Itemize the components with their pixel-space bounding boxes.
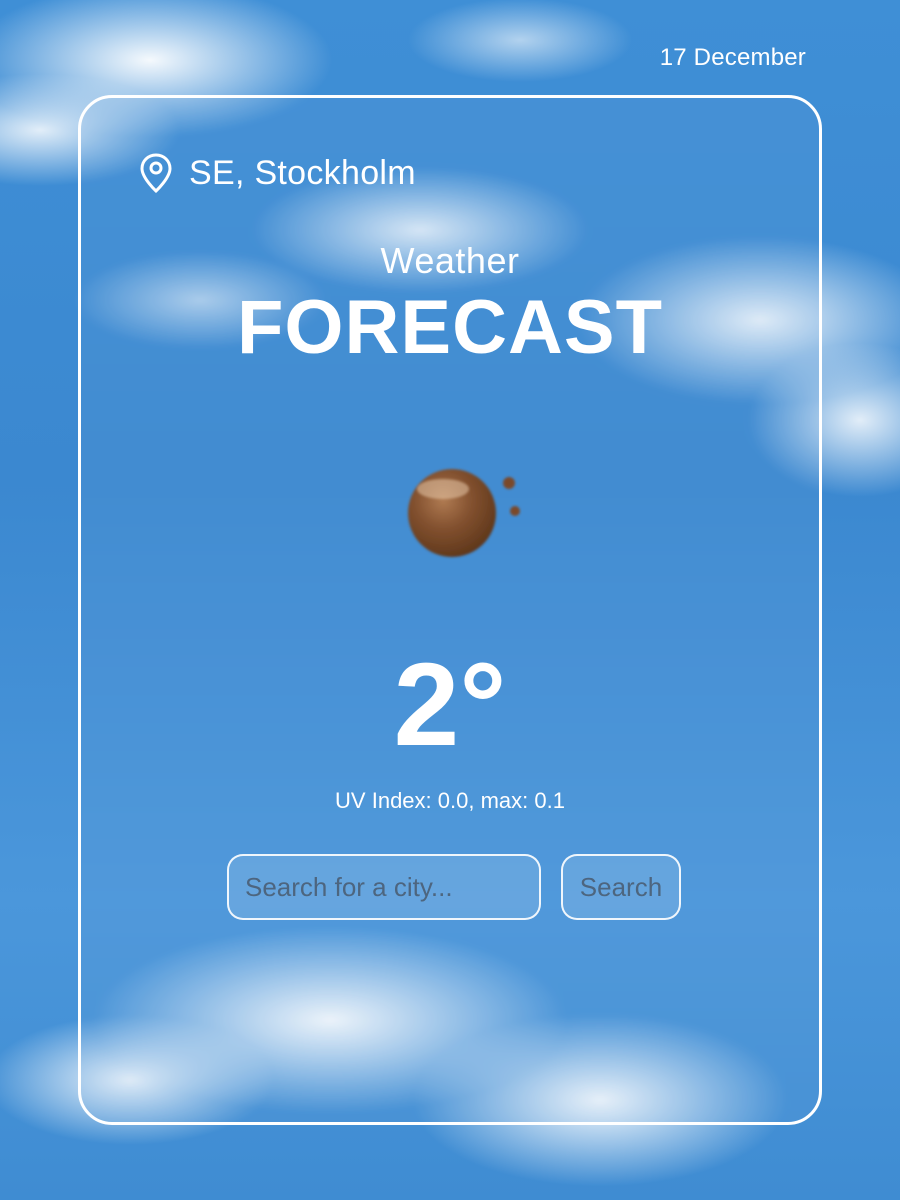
uv-index-text: UV Index: 0.0, max: 0.1 bbox=[335, 788, 565, 813]
location-city: SE, Stockholm bbox=[189, 153, 416, 192]
date-label: 17 December bbox=[659, 44, 806, 71]
search-form: Search bbox=[227, 854, 681, 920]
search-button[interactable]: Search bbox=[561, 854, 681, 920]
location-pin-icon bbox=[140, 153, 172, 194]
search-input[interactable] bbox=[227, 854, 541, 920]
night-moon-icon bbox=[408, 469, 520, 557]
location: SE, Stockholm bbox=[139, 152, 416, 194]
heading-title: FORECAST bbox=[237, 285, 663, 370]
uv-index: UV Index: 0.0, max: 0.1 bbox=[81, 788, 819, 814]
weather-card: SE, Stockholm Weather FORECAST 2° UV Ind… bbox=[78, 95, 822, 1125]
heading-subtitle: Weather bbox=[380, 240, 520, 281]
temperature: 2° bbox=[393, 639, 507, 771]
